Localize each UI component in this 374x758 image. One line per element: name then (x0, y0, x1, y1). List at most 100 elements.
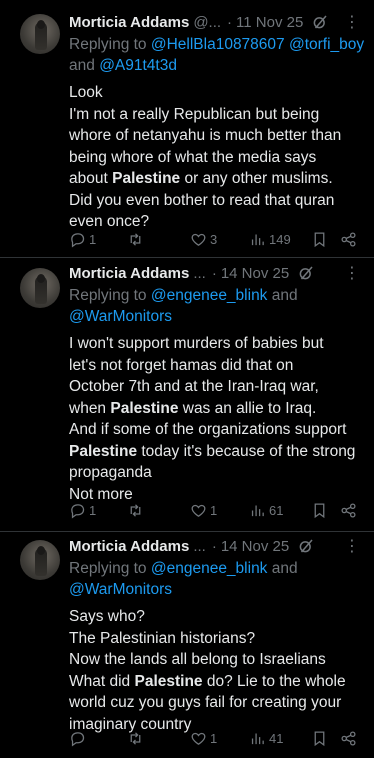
avatar[interactable] (20, 14, 60, 54)
more-dots-icon[interactable]: ⋮ (344, 12, 360, 32)
share-button[interactable] (340, 730, 357, 747)
reply-button[interactable] (69, 730, 89, 747)
replying-prefix: Replying to (69, 36, 147, 53)
highlighted-keyword: Palestine (112, 170, 181, 187)
retweet-icon (130, 731, 141, 745)
avatar[interactable] (20, 268, 60, 308)
more-dots-icon[interactable]: ⋮ (344, 536, 360, 556)
replying-prefix: Replying to (69, 287, 147, 304)
highlighted-keyword: Palestine (134, 672, 203, 690)
avatar[interactable] (20, 540, 60, 580)
text-segment: world cuz you guys fail for creating you… (69, 694, 342, 711)
replying-to: Replying to @HellBla10878607 @torfi_boy … (69, 34, 366, 76)
tweet-text-line: The Palestinian historians? (69, 628, 366, 650)
tweet-text-line: let's not forget hamas did that on (69, 355, 366, 377)
share-button[interactable] (340, 502, 357, 519)
tweet-1[interactable]: Morticia Addams @... · 11 Nov 25 ⋮ Reply… (0, 0, 374, 258)
grok-icon[interactable] (297, 264, 315, 282)
like-count: 3 (210, 231, 218, 247)
bookmark-button[interactable] (311, 502, 328, 519)
reply-count: 1 (89, 502, 97, 518)
and-word: and (69, 57, 95, 74)
like-button[interactable]: 1 (190, 502, 217, 519)
bookmark-icon (314, 730, 325, 746)
author-name[interactable]: Morticia Addams (69, 14, 189, 31)
reply-count: 1 (89, 231, 97, 247)
mention-link[interactable]: @A91t4t3d (99, 57, 177, 74)
tweet-3[interactable]: Morticia Addams ... · 14 Nov 25 ⋮ Replyi… (0, 532, 374, 758)
text-segment: Look (69, 84, 103, 101)
text-segment: even once? (69, 213, 150, 230)
action-bar: 1 3 149 (69, 229, 360, 249)
tweet-text-line: And if some of the organizations support (69, 419, 366, 441)
mentions-line[interactable]: @HellBla10878607 @torfi_boy (151, 36, 364, 53)
text-segment: let's not forget hamas did that on (69, 356, 294, 374)
tweet-text-line: being whore of what the media says (69, 147, 366, 169)
tweet-text-line: What did Palestine do? Lie to the whole (69, 671, 366, 693)
text-segment: propaganda (69, 464, 152, 481)
tweet-2[interactable]: Morticia Addams ... · 14 Nov 25 ⋮ Replyi… (0, 258, 374, 532)
mention-link[interactable]: @WarMonitors (69, 581, 172, 598)
grok-icon[interactable] (297, 537, 315, 555)
retweet-button[interactable] (127, 730, 147, 747)
timestamp[interactable]: 11 Nov 25 (236, 14, 303, 31)
and-word: and (271, 560, 298, 577)
tweet-text-line: propaganda (69, 462, 366, 484)
views-button[interactable]: 61 (249, 502, 283, 519)
text-segment: being whore of what the media says (69, 148, 317, 166)
views-chart-icon (251, 505, 264, 516)
text-segment: The Palestinian historians? (69, 629, 256, 647)
bookmark-icon (314, 502, 325, 518)
tweet-text-line: whore of netanyahu is much better than (69, 125, 366, 147)
replying-prefix: Replying to (69, 560, 147, 577)
view-count: 61 (269, 502, 284, 518)
replying-to: Replying to @engenee_blink and @WarMonit… (69, 285, 366, 327)
text-segment: or any other muslims. (180, 170, 333, 187)
tweet-text-line: I won't support murders of babies but (69, 333, 366, 355)
text-segment: Says who? (69, 608, 145, 625)
tweet-text: Says who? The Palestinian historians? Now … (69, 606, 366, 735)
views-chart-icon (251, 234, 264, 245)
bookmark-button[interactable] (311, 231, 328, 248)
like-button[interactable]: 3 (190, 231, 217, 248)
time-separator: · (227, 13, 233, 31)
retweet-button[interactable] (127, 502, 147, 519)
author-name[interactable]: Morticia Addams (69, 538, 189, 555)
author-handle[interactable]: @... (193, 14, 221, 31)
reply-icon (71, 731, 85, 746)
time-separator: · (211, 264, 217, 282)
mention-link[interactable]: @engenee_blink (151, 287, 268, 304)
tweet-text: Look I'm not a really Republican but bein… (69, 82, 366, 233)
heart-icon (191, 504, 206, 517)
text-segment: What did (69, 672, 135, 690)
text-segment: Now the lands all belong to Israelians (69, 651, 326, 668)
author-handle[interactable]: ... (193, 265, 206, 282)
views-button[interactable]: 149 (249, 231, 291, 248)
share-button[interactable] (340, 231, 357, 248)
tweet-text-line: October 7th and at the Iran-Iraq war, (69, 376, 366, 398)
view-count: 149 (269, 231, 291, 247)
tweet-text-line: I'm not a really Republican but being (69, 104, 366, 126)
retweet-button[interactable] (127, 231, 147, 248)
reply-button[interactable]: 1 (69, 231, 96, 248)
more-dots-icon[interactable]: ⋮ (344, 263, 360, 283)
tweet-text-line: world cuz you guys fail for creating you… (69, 692, 366, 714)
tweet-text-line: Now the lands all belong to Israelians (69, 649, 366, 671)
action-bar: 1 1 61 (69, 500, 360, 520)
mention-link[interactable]: @WarMonitors (69, 308, 172, 325)
mention-link[interactable]: @engenee_blink (151, 560, 268, 577)
reply-button[interactable]: 1 (69, 502, 96, 519)
and-word: and (271, 287, 298, 304)
text-segment: do? Lie to the whole (202, 672, 346, 690)
bookmark-button[interactable] (311, 730, 328, 747)
share-icon (341, 231, 356, 247)
grok-icon[interactable] (311, 13, 329, 31)
views-button[interactable]: 41 (249, 730, 283, 747)
heart-icon (191, 732, 206, 745)
timestamp[interactable]: 14 Nov 25 (221, 265, 289, 282)
author-handle[interactable]: ... (193, 538, 206, 555)
author-name[interactable]: Morticia Addams (69, 265, 189, 282)
timestamp[interactable]: 14 Nov 25 (221, 538, 289, 555)
like-button[interactable]: 1 (190, 730, 217, 747)
tweet-header: Morticia Addams ... · 14 Nov 25 (69, 536, 366, 556)
